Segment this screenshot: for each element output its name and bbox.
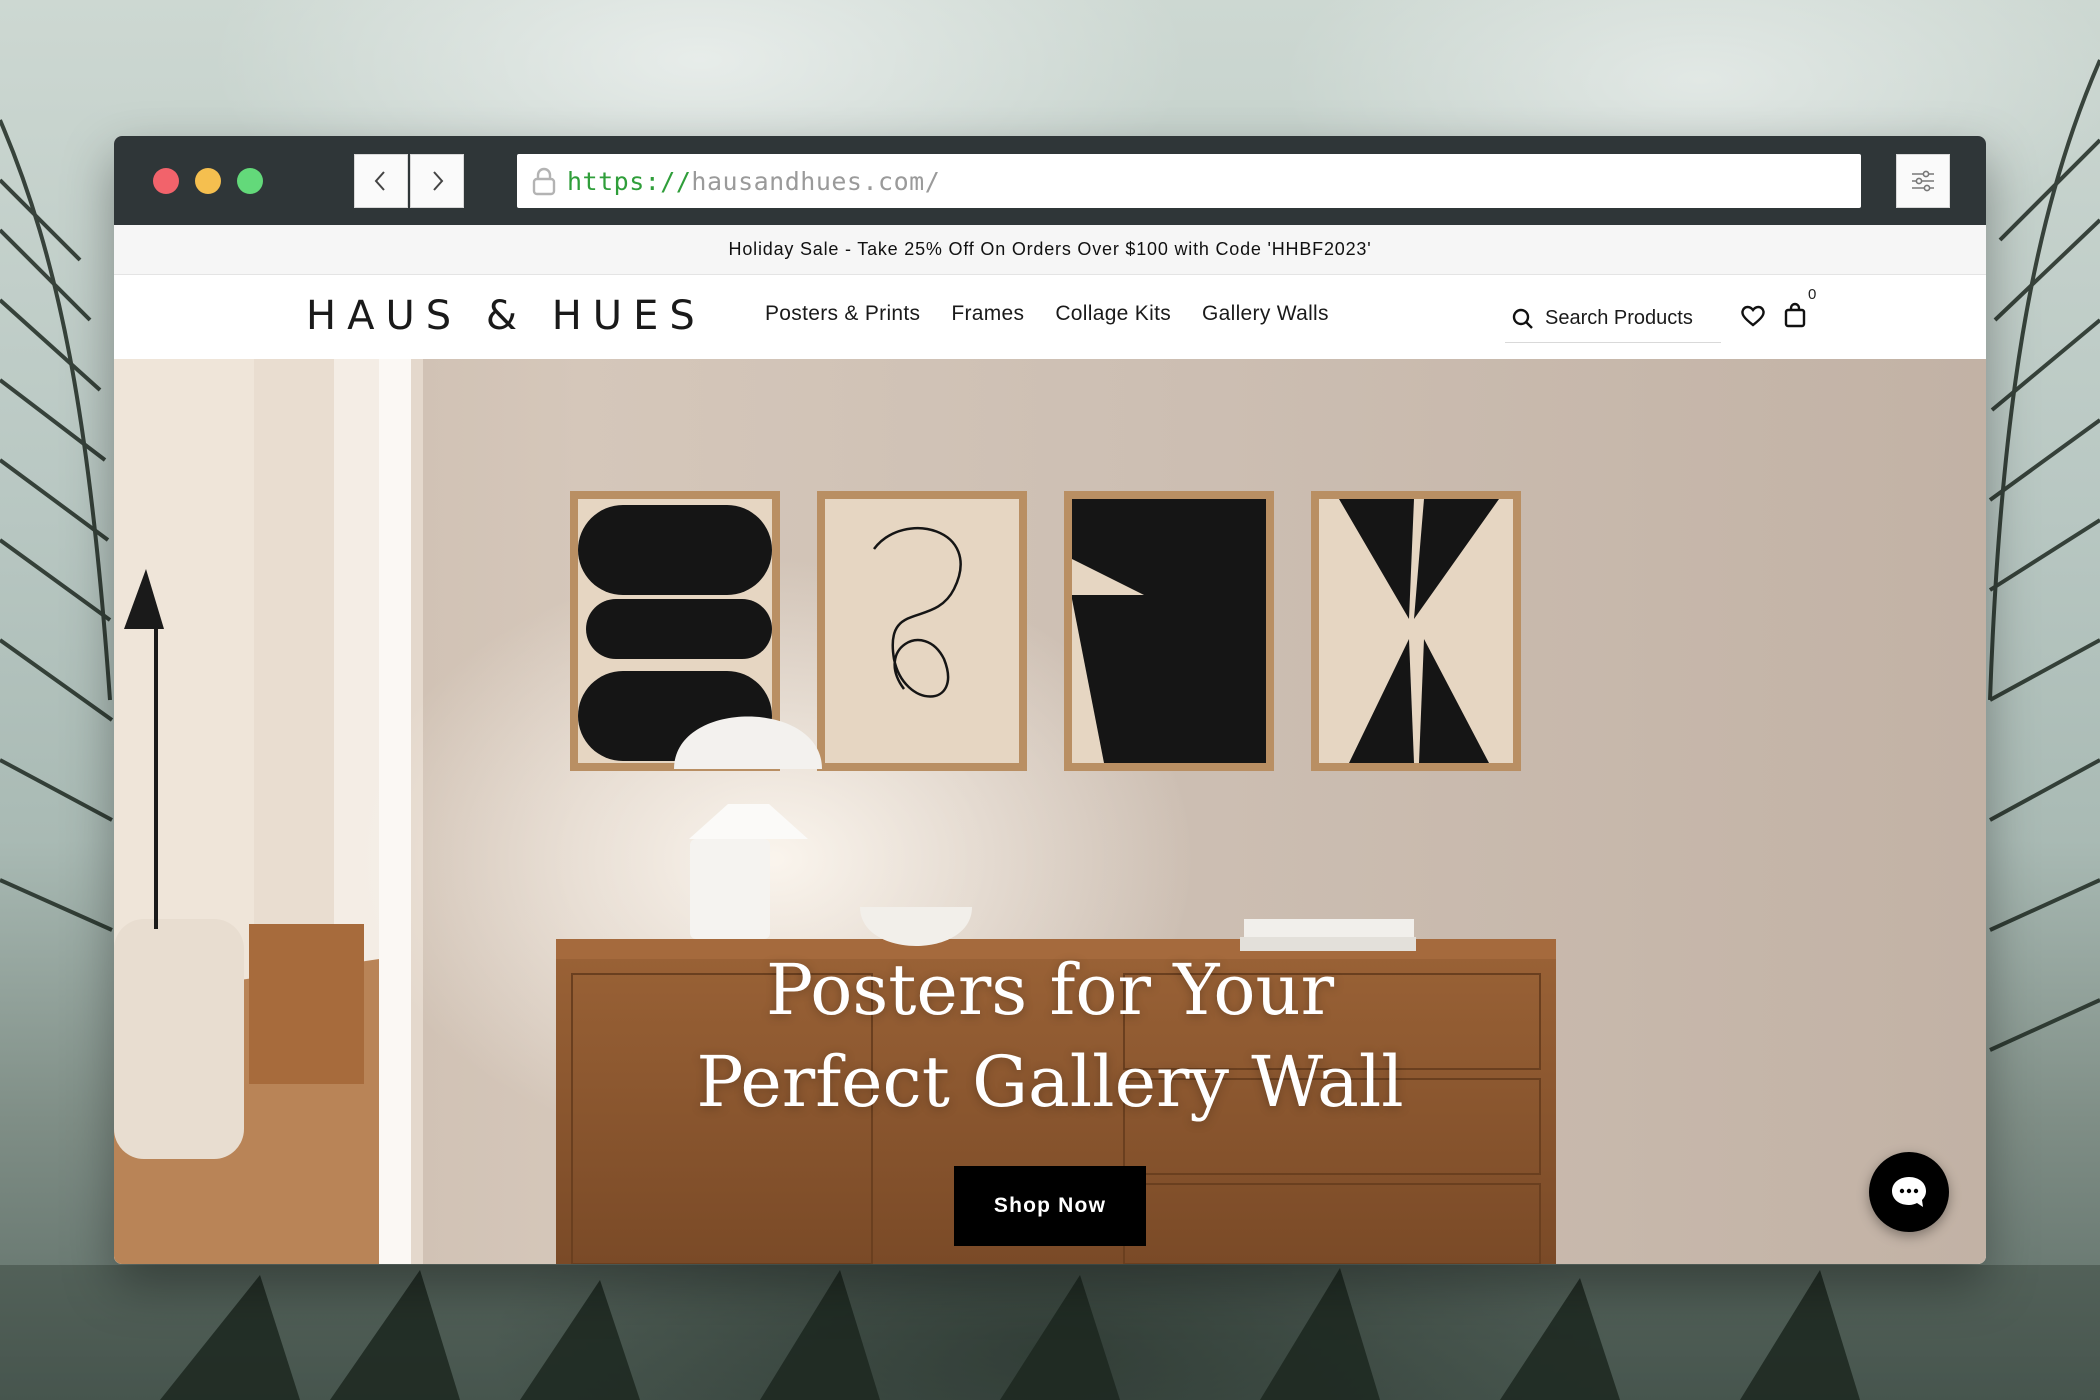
site-header: HAUS & HUES Posters & Prints Frames Coll…	[114, 275, 1986, 359]
url-protocol: https://	[567, 166, 692, 196]
back-button[interactable]	[354, 154, 408, 208]
url-text: https://hausandhues.com/	[567, 167, 940, 196]
cart-button[interactable]	[1778, 297, 1812, 333]
search-icon	[1512, 308, 1533, 329]
browser-settings-button[interactable]	[1896, 154, 1950, 208]
heart-icon	[1741, 305, 1765, 327]
shop-now-button[interactable]: Shop Now	[954, 1166, 1146, 1246]
nav-frames[interactable]: Frames	[951, 302, 1024, 326]
main-navigation: Posters & Prints Frames Collage Kits Gal…	[765, 302, 1329, 326]
site-logo[interactable]: HAUS & HUES	[306, 293, 706, 339]
address-bar[interactable]: https://hausandhues.com/	[517, 154, 1861, 208]
wishlist-button[interactable]	[1736, 299, 1770, 333]
browser-toolbar: https://hausandhues.com/	[114, 136, 1986, 225]
hero-image	[114, 359, 1556, 1264]
announcement-text: Holiday Sale - Take 25% Off On Orders Ov…	[728, 239, 1372, 259]
hero-title: Posters for Your Perfect Gallery Wall	[114, 944, 1986, 1128]
minimize-window-button[interactable]	[195, 168, 221, 194]
search-products-field[interactable]: Search Products	[1505, 295, 1721, 343]
forward-button[interactable]	[410, 154, 464, 208]
close-window-button[interactable]	[153, 168, 179, 194]
nav-posters-prints[interactable]: Posters & Prints	[765, 302, 920, 326]
hero-title-line1: Posters for Your	[765, 949, 1335, 1031]
sliders-icon	[1912, 170, 1934, 192]
announcement-bar: Holiday Sale - Take 25% Off On Orders Ov…	[114, 225, 1986, 275]
browser-window: https://hausandhues.com/ Holiday Sale - …	[114, 136, 1986, 1264]
chevron-left-icon	[374, 171, 385, 191]
cart-count-badge: 0	[1808, 286, 1817, 303]
hero-title-line2: Perfect Gallery Wall	[696, 1041, 1404, 1123]
chat-button[interactable]	[1869, 1152, 1949, 1232]
shopping-bag-icon	[1784, 302, 1806, 328]
chevron-right-icon	[433, 171, 444, 191]
search-label: Search Products	[1545, 307, 1693, 329]
maximize-window-button[interactable]	[237, 168, 263, 194]
nav-collage-kits[interactable]: Collage Kits	[1055, 302, 1171, 326]
hero-banner: Posters for Your Perfect Gallery Wall Sh…	[114, 359, 1986, 1264]
url-domain: hausandhues.com/	[691, 166, 941, 196]
lock-icon	[532, 167, 556, 196]
chat-bubble-icon	[1892, 1177, 1926, 1207]
nav-gallery-walls[interactable]: Gallery Walls	[1202, 302, 1329, 326]
